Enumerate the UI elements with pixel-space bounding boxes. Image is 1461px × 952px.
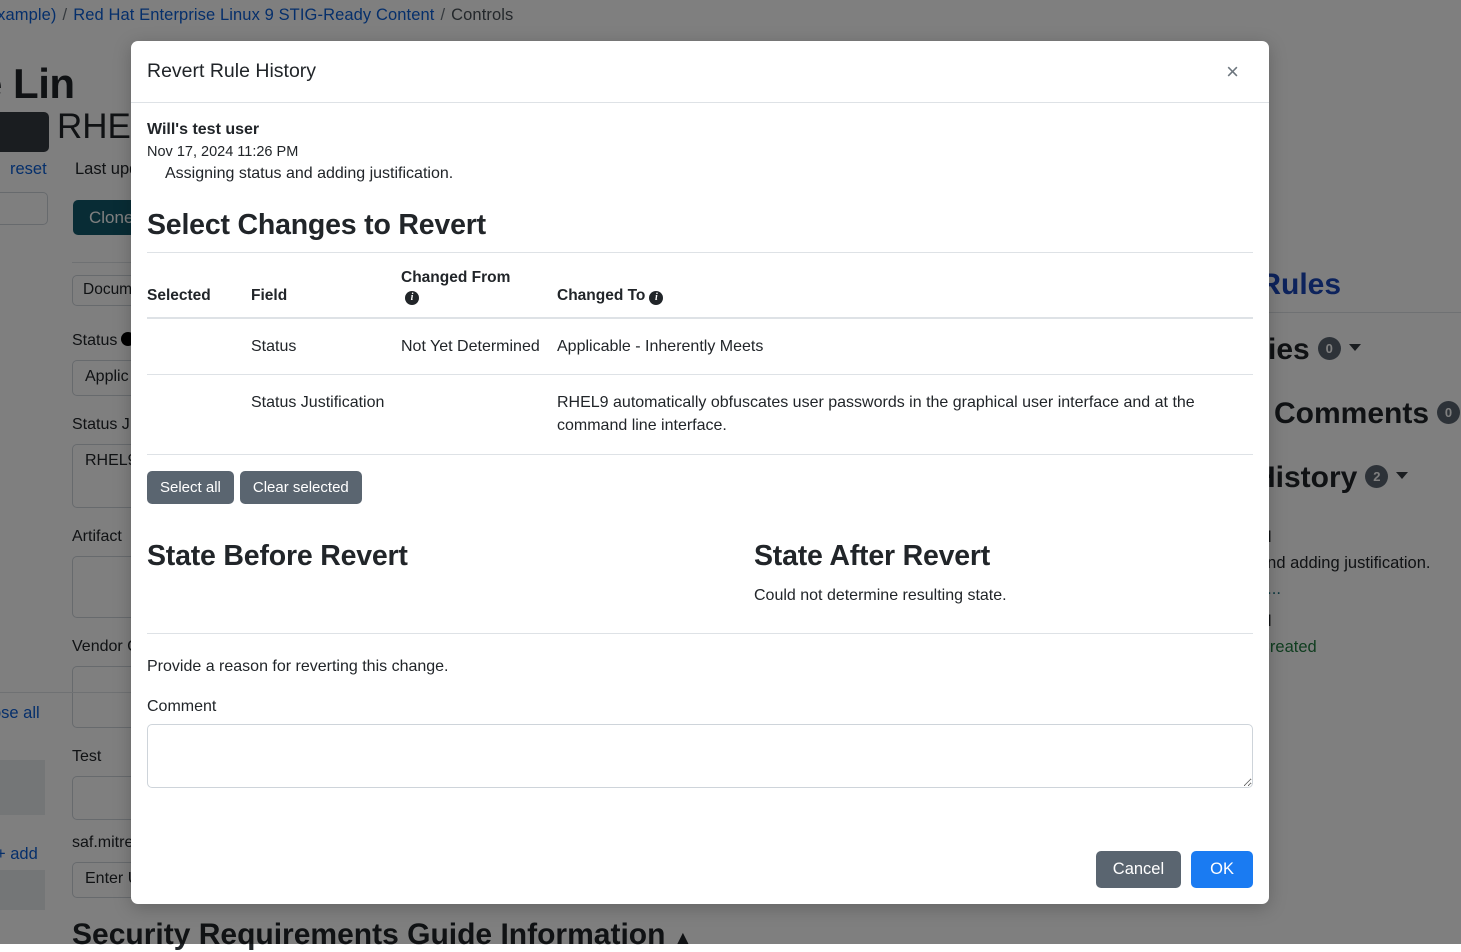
column-header-changed-from: Changed From i [401, 257, 557, 318]
row-changed-from-cell: Not Yet Determined [401, 318, 557, 375]
state-comparison: State Before Revert State After Revert C… [147, 540, 1253, 634]
ok-button[interactable]: OK [1191, 851, 1253, 888]
modal-body: Will's test user Nov 17, 2024 11:26 PM A… [131, 103, 1269, 835]
row-changed-from-cell [401, 375, 557, 454]
row-selected-cell[interactable] [147, 375, 251, 454]
info-icon[interactable]: i [405, 291, 419, 305]
close-icon[interactable]: × [1220, 57, 1245, 87]
history-comment: Assigning status and adding justificatio… [147, 165, 1253, 183]
select-all-button[interactable]: Select all [147, 471, 234, 504]
column-header-changed-to: Changed To i [557, 257, 1253, 318]
history-author: Will's test user [147, 121, 1253, 139]
state-after-heading: State After Revert [754, 540, 1235, 573]
row-field-cell: Status [251, 318, 401, 375]
row-changed-to-cell: Applicable - Inherently Meets [557, 318, 1253, 375]
clear-selected-button[interactable]: Clear selected [240, 471, 362, 504]
select-changes-heading: Select Changes to Revert [147, 209, 1253, 253]
state-before-column: State Before Revert [147, 540, 700, 609]
row-changed-to-cell: RHEL9 automatically obfuscates user pass… [557, 375, 1253, 454]
modal-footer: Cancel OK [131, 835, 1269, 904]
state-before-text [147, 587, 682, 609]
modal-title: Revert Rule History [147, 60, 316, 83]
state-before-heading: State Before Revert [147, 540, 682, 573]
state-after-column: State After Revert Could not determine r… [700, 540, 1253, 609]
history-timestamp: Nov 17, 2024 11:26 PM [147, 144, 1253, 160]
selection-actions: Select all Clear selected [147, 471, 1253, 504]
row-selected-cell[interactable] [147, 318, 251, 375]
changes-table-header-row: Selected Field Changed From i Changed To… [147, 257, 1253, 318]
info-icon[interactable]: i [649, 291, 663, 305]
row-field-cell: Status Justification [251, 375, 401, 454]
reason-prompt: Provide a reason for reverting this chan… [147, 658, 1253, 676]
column-header-changed-from-label: Changed From [401, 269, 551, 287]
table-row: Status Not Yet Determined Applicable - I… [147, 318, 1253, 375]
revert-rule-history-dialog: Revert Rule History × Will's test user N… [131, 41, 1269, 904]
column-header-changed-to-label: Changed To [557, 287, 645, 304]
comment-input[interactable] [147, 724, 1253, 788]
table-row: Status Justification RHEL9 automatically… [147, 375, 1253, 454]
state-after-text: Could not determine resulting state. [754, 587, 1235, 605]
comment-label: Comment [147, 698, 1253, 716]
column-header-field: Field [251, 257, 401, 318]
column-header-selected: Selected [147, 257, 251, 318]
modal-header: Revert Rule History × [131, 41, 1269, 103]
cancel-button[interactable]: Cancel [1096, 851, 1181, 888]
changes-table: Selected Field Changed From i Changed To… [147, 257, 1253, 455]
